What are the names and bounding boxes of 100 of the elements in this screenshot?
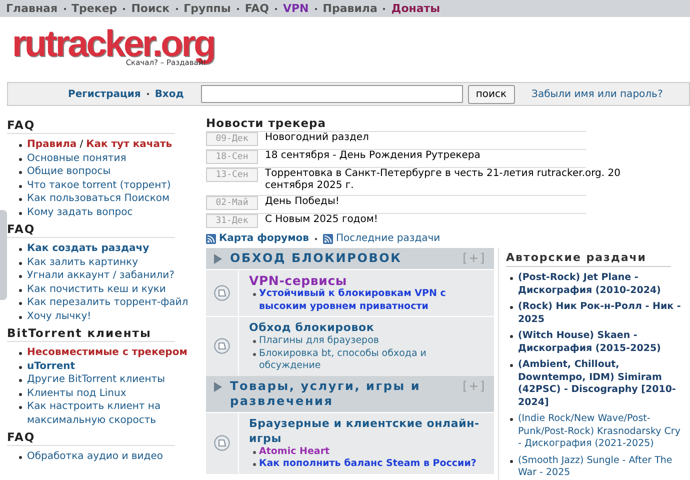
bullet-icon (19, 406, 22, 409)
nav-link[interactable]: VPN (282, 2, 309, 15)
bullet-icon (19, 366, 22, 368)
bullet-icon (510, 306, 513, 309)
bullet-icon (19, 198, 22, 201)
bullet-icon (510, 460, 513, 462)
sidebar-link[interactable]: Несовместимые с трекером (27, 346, 188, 360)
rss-icon (206, 234, 216, 244)
nav-link[interactable]: Донаты (391, 2, 440, 15)
news-date: 31-Дек (206, 214, 258, 228)
bullet-icon (253, 463, 256, 466)
side-panel-handle[interactable] (0, 210, 7, 300)
news-date: 09-Дек (206, 132, 258, 146)
feed-link[interactable]: Карта форумов (219, 233, 309, 244)
subforum-link[interactable]: Atomic Heart (259, 446, 330, 458)
bullet-icon (19, 158, 22, 160)
sidebar-link[interactable]: uTorrent (27, 360, 76, 373)
bullet-icon (510, 335, 513, 338)
bullet-icon (19, 316, 22, 318)
nav-link[interactable]: FAQ (244, 2, 269, 15)
sidebar-link[interactable]: Как почистить кеш и куки (27, 282, 166, 296)
bullet-icon (19, 456, 22, 459)
folder-status-icon (214, 285, 230, 301)
bullet-icon (19, 248, 22, 251)
nav-link[interactable]: Главная (6, 2, 58, 15)
release-link[interactable]: (Indie Rock/New Wave/Post-Punk/Post-Rock) Krasnodarsky Cry - Дискография (2021-2025) (518, 413, 685, 450)
bullet-icon (19, 288, 22, 292)
sidebar-link[interactable]: Как перезалить торрент-файл (27, 296, 188, 310)
news-link[interactable]: День Победы! (258, 196, 665, 208)
bullet-icon (19, 212, 22, 214)
bullet-icon (19, 302, 22, 305)
sidebar-link[interactable]: Хочу лычку! (27, 310, 92, 323)
nav-link[interactable]: Поиск (131, 2, 170, 15)
triangle-icon (214, 382, 222, 392)
nav-link[interactable]: Трекер (72, 2, 118, 15)
bullet-icon (253, 293, 256, 296)
bullet-icon (19, 352, 22, 355)
separator: / (80, 139, 84, 150)
section-title: Авторские раздачи (506, 248, 671, 267)
search-field[interactable] (200, 85, 463, 103)
folder-status-icon (214, 435, 230, 451)
nav-link[interactable]: Правила (322, 2, 378, 15)
subforum-link[interactable]: Плагины для браузеров (259, 335, 379, 348)
subforum-link[interactable]: Блокировка bt, способы обхода и обсуждение (259, 348, 488, 372)
sidebar-link[interactable]: Что такое torrent (торрент) (27, 178, 171, 192)
sidebar-link[interactable]: Основные понятия (27, 152, 126, 165)
bullet-icon (19, 262, 22, 264)
release-link[interactable]: (Rock) Ник Рок-н-Ролл - Ник - 2025 (518, 301, 685, 326)
sidebar-link[interactable]: Как тут качать (86, 139, 172, 150)
news-link[interactable]: 18 сентября - День Рождения Рутрекера (258, 150, 665, 162)
bullet-icon (253, 450, 256, 454)
release-link[interactable]: (Ambient, Chillout, Downtempo, IDM) Simiram (42PSC) - Discography [2010-2024] (518, 359, 685, 409)
bullet-icon (510, 364, 513, 367)
login-link[interactable]: Вход (154, 88, 184, 100)
forum-title[interactable]: Обход блокировок (249, 320, 488, 335)
news-date: 13-Сен (206, 168, 258, 182)
triangle-icon (214, 254, 222, 264)
forum-title[interactable]: VPN-сервисы (249, 273, 488, 288)
subforum-link[interactable]: Устойчивый к блокировкам VPN с высоким уровнем приватности (259, 288, 488, 313)
news-link[interactable]: Новогодний раздел (258, 132, 665, 144)
sidebar-link[interactable]: Как пользоваться Поиском (27, 192, 170, 206)
release-link[interactable]: (Smooth Jazz) Sungle - After The War - 2025 (518, 454, 685, 480)
section-title: BitTorrent клиенты (7, 326, 175, 342)
bullet-icon (19, 379, 22, 382)
sidebar-link[interactable]: Другие BitTorrent клиенты (27, 373, 166, 386)
section-title: FAQ (7, 118, 175, 134)
release-link[interactable]: (Post-Rock) Jet Plane - Дискография (2010-2024) (518, 272, 685, 297)
search-button[interactable]: поиск (468, 84, 515, 104)
bullet-icon (510, 277, 513, 280)
feed-link[interactable]: Последние раздачи (336, 233, 440, 244)
section-title: FAQ (7, 430, 175, 446)
login-link[interactable]: Регистрация (68, 88, 141, 100)
nav-link[interactable]: Группы (184, 2, 231, 15)
sidebar-link[interactable]: Угнали аккаунт / забанили? (27, 269, 174, 282)
bullet-icon (19, 184, 22, 188)
news-link[interactable]: Торрентовка в Санкт-Петербурге в честь 21-летия rutracker.org. 20 сентября 2025 г. (258, 168, 665, 192)
bullet-icon (19, 171, 22, 174)
sidebar-link[interactable]: Кому задать вопрос (27, 206, 133, 219)
category-title[interactable]: Товары, услуги, игры и развлечения (230, 378, 463, 408)
bullet-icon (19, 392, 22, 396)
sidebar-link[interactable]: Обработка аудио и видео (27, 450, 163, 464)
sidebar-link[interactable]: Общие вопросы (27, 165, 111, 178)
news-link[interactable]: С Новым 2025 годом! (258, 214, 665, 226)
forum-title[interactable]: Браузерные и клиентские онлайн-игры (249, 416, 488, 446)
news-date: 02-Май (206, 196, 258, 210)
bullet-icon (19, 144, 22, 147)
bullet-icon (253, 340, 256, 343)
sidebar-link[interactable]: Правила (27, 139, 77, 150)
sidebar-link[interactable]: Как залить картинку (27, 256, 138, 269)
sidebar-link[interactable]: Как настроить клиент на максимальную скорость (27, 400, 205, 427)
section-title: FAQ (7, 222, 175, 238)
category-title[interactable]: ОБХОД БЛОКИРОВОК (230, 251, 463, 266)
sidebar-link[interactable]: Как создать раздачу (27, 242, 150, 256)
rss-icon (322, 234, 333, 244)
release-link[interactable]: (Witch House) Skaen - Дискография (2015-2025) (518, 330, 685, 355)
news-date: 18-Сен (206, 150, 258, 164)
bullet-icon (510, 418, 513, 421)
subforum-link[interactable]: Как пополнить баланс Steam в России? (259, 458, 476, 470)
sidebar-link[interactable]: Клиенты под Linux (27, 386, 126, 400)
forgot-password-link[interactable]: Забыли имя или пароль? (532, 88, 663, 100)
